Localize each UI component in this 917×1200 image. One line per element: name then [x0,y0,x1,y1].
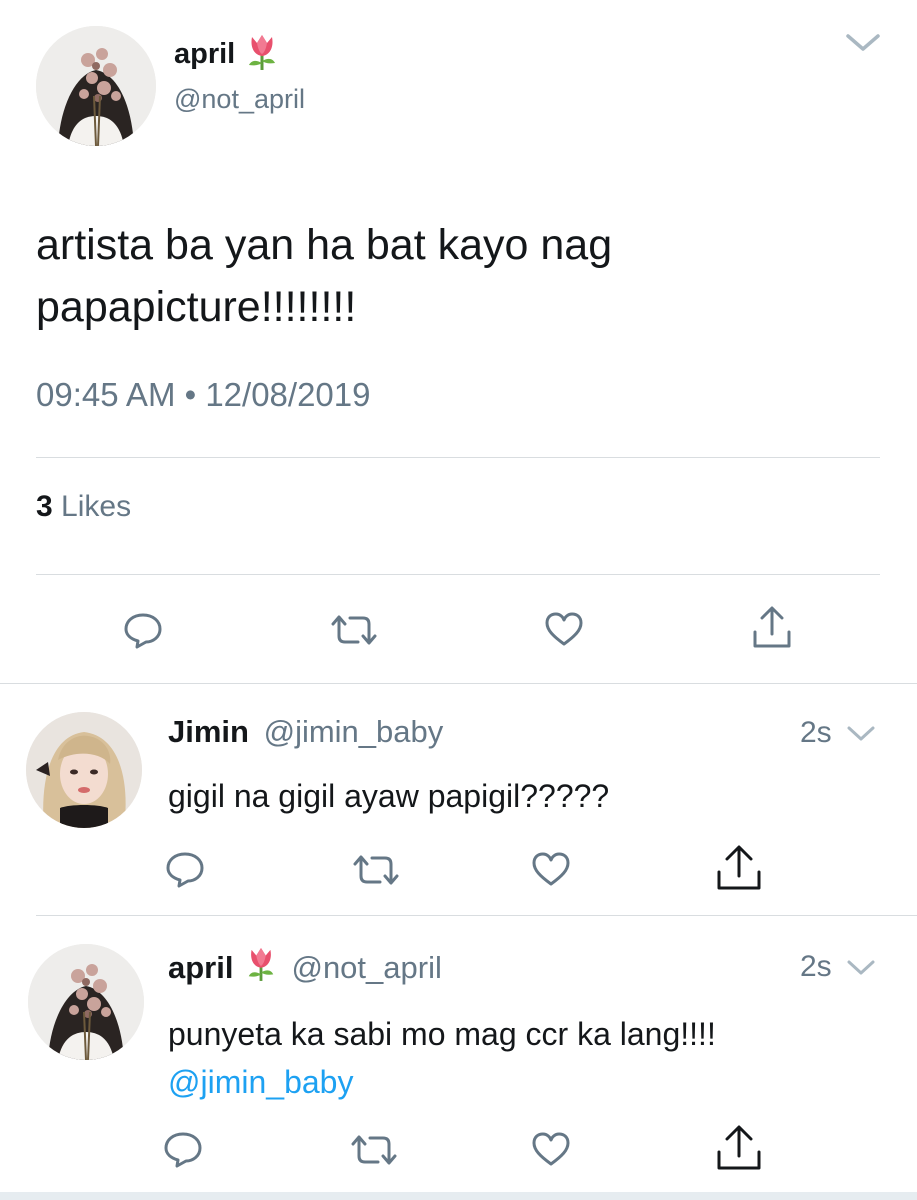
display-name[interactable]: april [174,38,235,71]
reply-time: 2s [800,716,832,749]
reply-body: punyeta ka sabi mo mag ccr ka lang!!!! [168,1016,716,1052]
reply-icon[interactable] [164,850,206,888]
share-icon[interactable] [714,1124,764,1172]
mention-link[interactable]: @jimin_baby [168,1058,888,1106]
tulip-emoji-icon [245,946,277,990]
avatar-april[interactable] [36,26,156,146]
bottom-divider [0,1192,917,1200]
divider [36,915,917,916]
share-icon[interactable] [750,604,794,650]
section-divider [0,683,917,684]
likes-stat[interactable]: 3 Likes [36,490,131,524]
like-icon[interactable] [543,610,585,648]
author-handle[interactable]: @not_april [174,84,305,115]
retweet-icon[interactable] [350,852,402,888]
reply-icon[interactable] [162,1130,204,1168]
avatar-jimin[interactable] [26,712,142,828]
tulip-emoji-icon [245,33,279,76]
retweet-icon[interactable] [348,1132,400,1168]
reply-time: 2s [800,950,832,983]
reply-author[interactable]: Jimin @jimin_baby [168,714,443,750]
main-author[interactable]: april [174,34,279,74]
author-handle[interactable]: @not_april [291,950,441,986]
display-name[interactable]: april [168,950,233,986]
reply-author[interactable]: april @not_april [168,946,442,990]
reply-text: punyeta ka sabi mo mag ccr ka lang!!!! @… [168,1010,888,1106]
likes-count: 3 [36,490,53,523]
reply-icon[interactable] [122,611,164,649]
share-icon[interactable] [714,844,764,892]
reply-text: gigil na gigil ayaw papigil????? [168,778,610,814]
like-icon[interactable] [530,850,572,888]
retweet-icon[interactable] [328,612,380,648]
display-name[interactable]: Jimin [168,714,249,749]
avatar-april[interactable] [28,944,144,1060]
tweet-timestamp: 09:45 AM • 12/08/2019 [36,376,371,413]
divider [36,574,880,575]
likes-label: Likes [61,490,132,523]
divider [36,457,880,458]
chevron-down-icon[interactable] [846,958,876,978]
author-handle[interactable]: @jimin_baby [264,714,444,749]
like-icon[interactable] [530,1130,572,1168]
chevron-down-icon[interactable] [844,30,882,56]
chevron-down-icon[interactable] [846,724,876,744]
tweet-text: artista ba yan ha bat kayo nag papapictu… [36,221,613,331]
